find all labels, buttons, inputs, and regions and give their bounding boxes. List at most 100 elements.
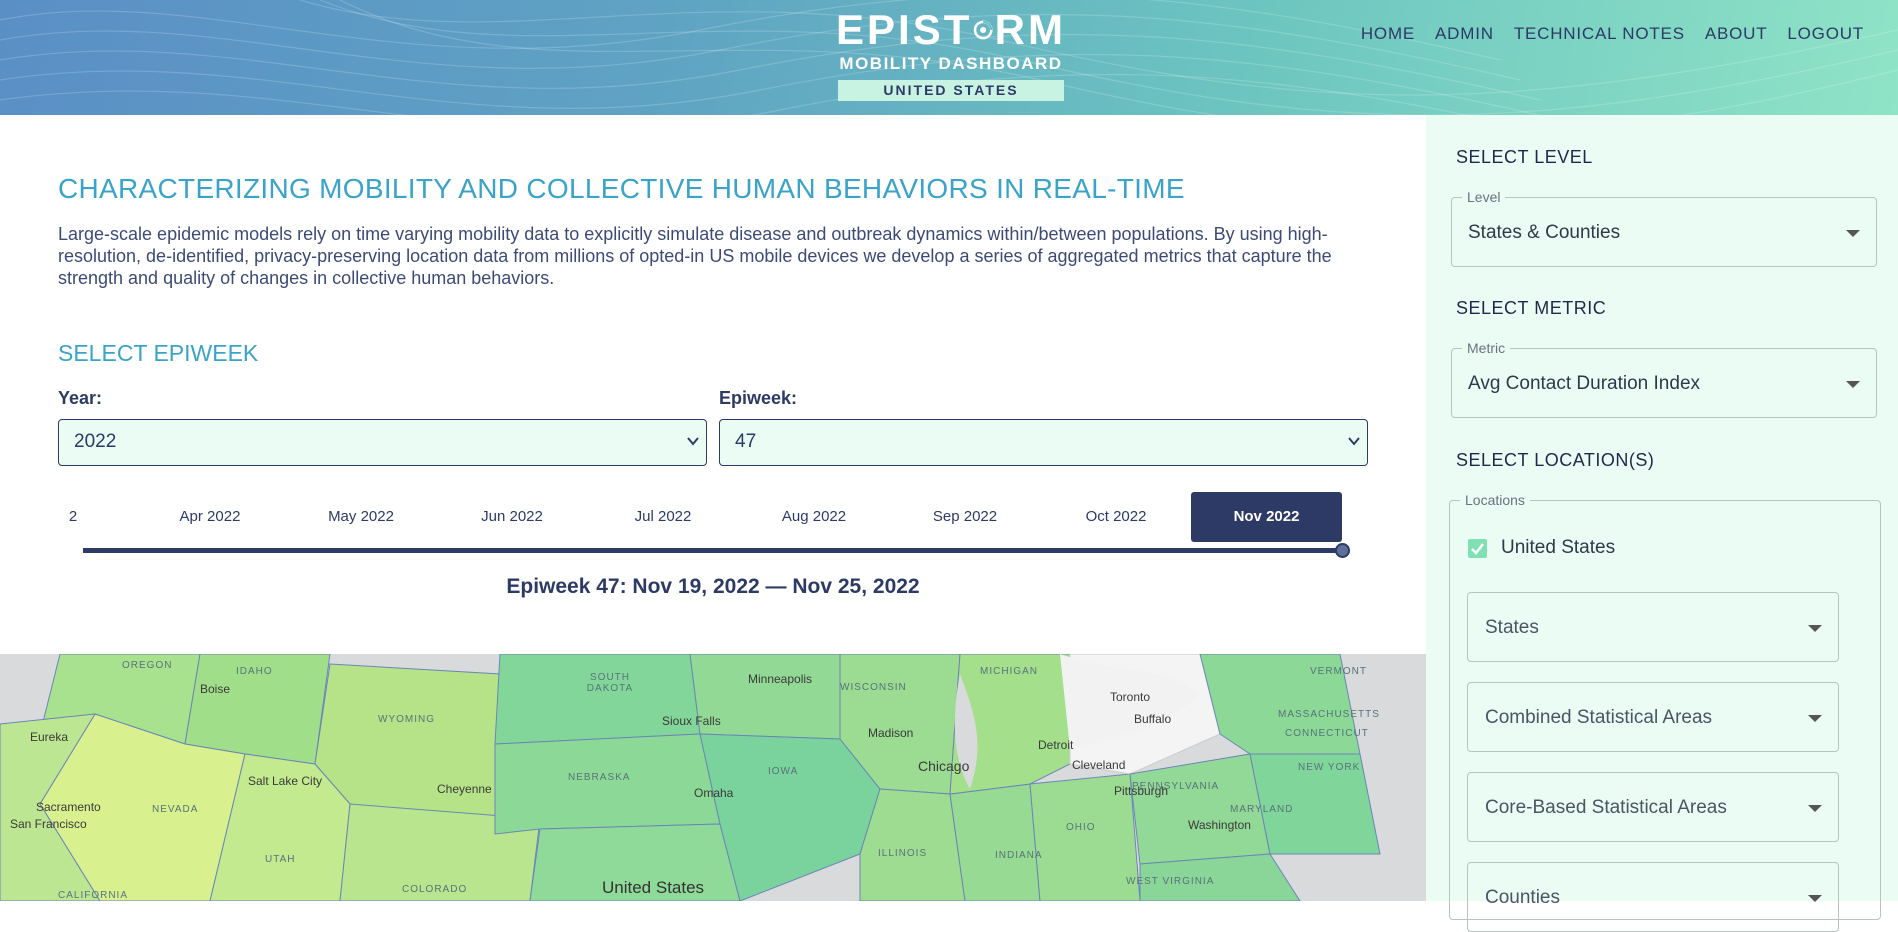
locations-legend: Locations (1460, 492, 1530, 508)
caret-down-icon (1808, 805, 1822, 812)
level-legend: Level (1462, 189, 1506, 205)
year-select-value: 2022 (74, 431, 117, 452)
map-state-label: NEW YORK (1298, 762, 1361, 773)
map-city-label: Cleveland (1072, 758, 1126, 772)
map-state-label: INDIANA (995, 850, 1043, 861)
states-select-label: States (1485, 617, 1539, 638)
map-state-label: ILLINOIS (878, 848, 928, 859)
map-city-label: Omaha (694, 786, 734, 800)
map-city-label: Washington (1188, 818, 1251, 832)
select-level-title: SELECT LEVEL (1456, 147, 1593, 167)
map-state-label: CALIFORNIA (58, 890, 129, 901)
nav-home[interactable]: HOME (1361, 24, 1415, 44)
map-city-label: Madison (868, 726, 914, 740)
map-city-label: Sioux Falls (662, 714, 721, 728)
metric-select[interactable]: Metric Avg Contact Duration Index (1451, 340, 1877, 418)
storm-swirl-icon (974, 20, 993, 40)
intro-text: Large-scale epidemic models rely on time… (58, 224, 1332, 288)
month-tick[interactable]: Jul 2022 (588, 492, 738, 542)
map-city-label: Buffalo (1134, 712, 1172, 726)
map-state-label: VERMONT (1310, 666, 1367, 677)
main-nav: HOME ADMIN TECHNICAL NOTES ABOUT LOGOUT (1361, 24, 1864, 44)
map-city-label: Detroit (1038, 738, 1074, 752)
united-states-checkbox-label[interactable]: United States (1501, 537, 1615, 559)
map-state-label: UTAH (265, 854, 296, 865)
select-epiweek-title: SELECT EPIWEEK (58, 340, 259, 366)
csa-select-label: Combined Statistical Areas (1485, 707, 1713, 728)
month-tick[interactable]: Oct 2022 (1041, 492, 1191, 542)
map-state-label: MASSACHUSETTS (1278, 709, 1380, 720)
month-timeline: 2 Apr 2022 May 2022 Jun 2022 Jul 2022 Au… (58, 492, 1348, 542)
metric-legend: Metric (1462, 340, 1511, 356)
month-tick[interactable]: 2 (8, 492, 138, 542)
map-state-label: IOWA (768, 766, 799, 777)
cbsa-select-label: Core-Based Statistical Areas (1485, 797, 1727, 818)
select-location-title: SELECT LOCATION(S) (1456, 450, 1655, 470)
caret-down-icon (1808, 625, 1822, 632)
site-header: EPIST RM MOBILITY DASHBOARD UNITED STATE… (0, 0, 1898, 115)
map-state-label: WISCONSIN (840, 682, 907, 693)
year-select[interactable]: 2022 (58, 419, 707, 466)
month-tick[interactable]: Sep 2022 (890, 492, 1040, 542)
month-tick[interactable]: Jun 2022 (437, 492, 587, 542)
epiweek-slider-handle[interactable] (1335, 543, 1350, 558)
map-state-label: WEST VIRGINIA (1126, 876, 1215, 887)
epiweek-label: Epiweek: (719, 388, 798, 408)
metric-select-value: Avg Contact Duration Index (1468, 373, 1701, 394)
csa-select[interactable]: Combined Statistical Areas (1467, 682, 1839, 752)
united-states-checkbox[interactable] (1468, 539, 1487, 558)
map-city-label: Sacramento (36, 800, 101, 814)
epiweek-select[interactable]: 47 (719, 419, 1368, 466)
map-city-label: Boise (200, 682, 231, 696)
chevron-down-icon (1348, 437, 1360, 446)
main-content: CHARACTERIZING MOBILITY AND COLLECTIVE H… (0, 115, 1426, 655)
site-logo[interactable]: EPIST RM MOBILITY DASHBOARD UNITED STATE… (836, 8, 1066, 101)
nav-about[interactable]: ABOUT (1705, 24, 1768, 44)
states-select[interactable]: States (1467, 592, 1839, 662)
map-state-label: OREGON (122, 660, 173, 671)
nav-technical-notes[interactable]: TECHNICAL NOTES (1514, 24, 1685, 44)
nav-admin[interactable]: ADMIN (1435, 24, 1494, 44)
epiweek-select-value: 47 (735, 431, 757, 452)
epiweek-range-label: Epiweek 47: Nov 19, 2022 — Nov 25, 2022 (506, 575, 920, 598)
map-city-label: Pittsburgh (1114, 784, 1169, 798)
level-select[interactable]: Level States & Counties (1451, 189, 1877, 267)
map-state-label: OHIO (1066, 822, 1096, 833)
month-tick[interactable]: Apr 2022 (135, 492, 285, 542)
caret-down-icon (1846, 230, 1860, 237)
filter-sidebar: SELECT LEVEL Level States & Counties SEL… (1426, 115, 1898, 932)
map-state-label: IDAHO (236, 666, 273, 677)
map-state-label: MARYLAND (1230, 804, 1294, 815)
map-city-label: Cheyenne (437, 782, 492, 796)
year-label: Year: (58, 388, 103, 408)
caret-down-icon (1846, 381, 1860, 388)
month-tick[interactable]: May 2022 (286, 492, 436, 542)
map-city-label: Toronto (1110, 690, 1151, 704)
epiweek-slider-track[interactable] (83, 548, 1341, 553)
map-city-label: Salt Lake City (248, 774, 323, 788)
mobility-map[interactable]: OREGON IDAHO WYOMING SOUTH DAKOTA NEBRAS… (0, 654, 1426, 901)
logo-title-right: RM (994, 6, 1066, 53)
map-city-label: Minneapolis (748, 672, 813, 686)
level-select-value: States & Counties (1468, 222, 1621, 243)
map-city-label: San Francisco (10, 817, 87, 831)
map-state-label: WYOMING (378, 714, 435, 725)
select-metric-title: SELECT METRIC (1456, 298, 1607, 318)
map-state-label: CONNECTICUT (1285, 728, 1369, 739)
month-tick-active[interactable]: Nov 2022 (1191, 492, 1342, 542)
map-state-label: NEVADA (152, 804, 199, 815)
map-state-label: COLORADO (402, 884, 468, 895)
counties-select[interactable]: Counties (1467, 862, 1839, 932)
cbsa-select[interactable]: Core-Based Statistical Areas (1467, 772, 1839, 842)
month-tick[interactable]: Aug 2022 (739, 492, 889, 542)
chevron-down-icon (687, 437, 699, 446)
map-state-label: SOUTH DAKOTA (586, 672, 634, 694)
caret-down-icon (1808, 715, 1822, 722)
map-city-label: Chicago (918, 758, 970, 774)
page-headline: CHARACTERIZING MOBILITY AND COLLECTIVE H… (58, 173, 1185, 204)
map-state-label: MICHIGAN (980, 666, 1038, 677)
logo-title: EPIST RM (836, 8, 1066, 52)
nav-logout[interactable]: LOGOUT (1787, 24, 1864, 44)
map-country-label: United States (602, 878, 705, 897)
counties-select-label: Counties (1485, 887, 1560, 908)
